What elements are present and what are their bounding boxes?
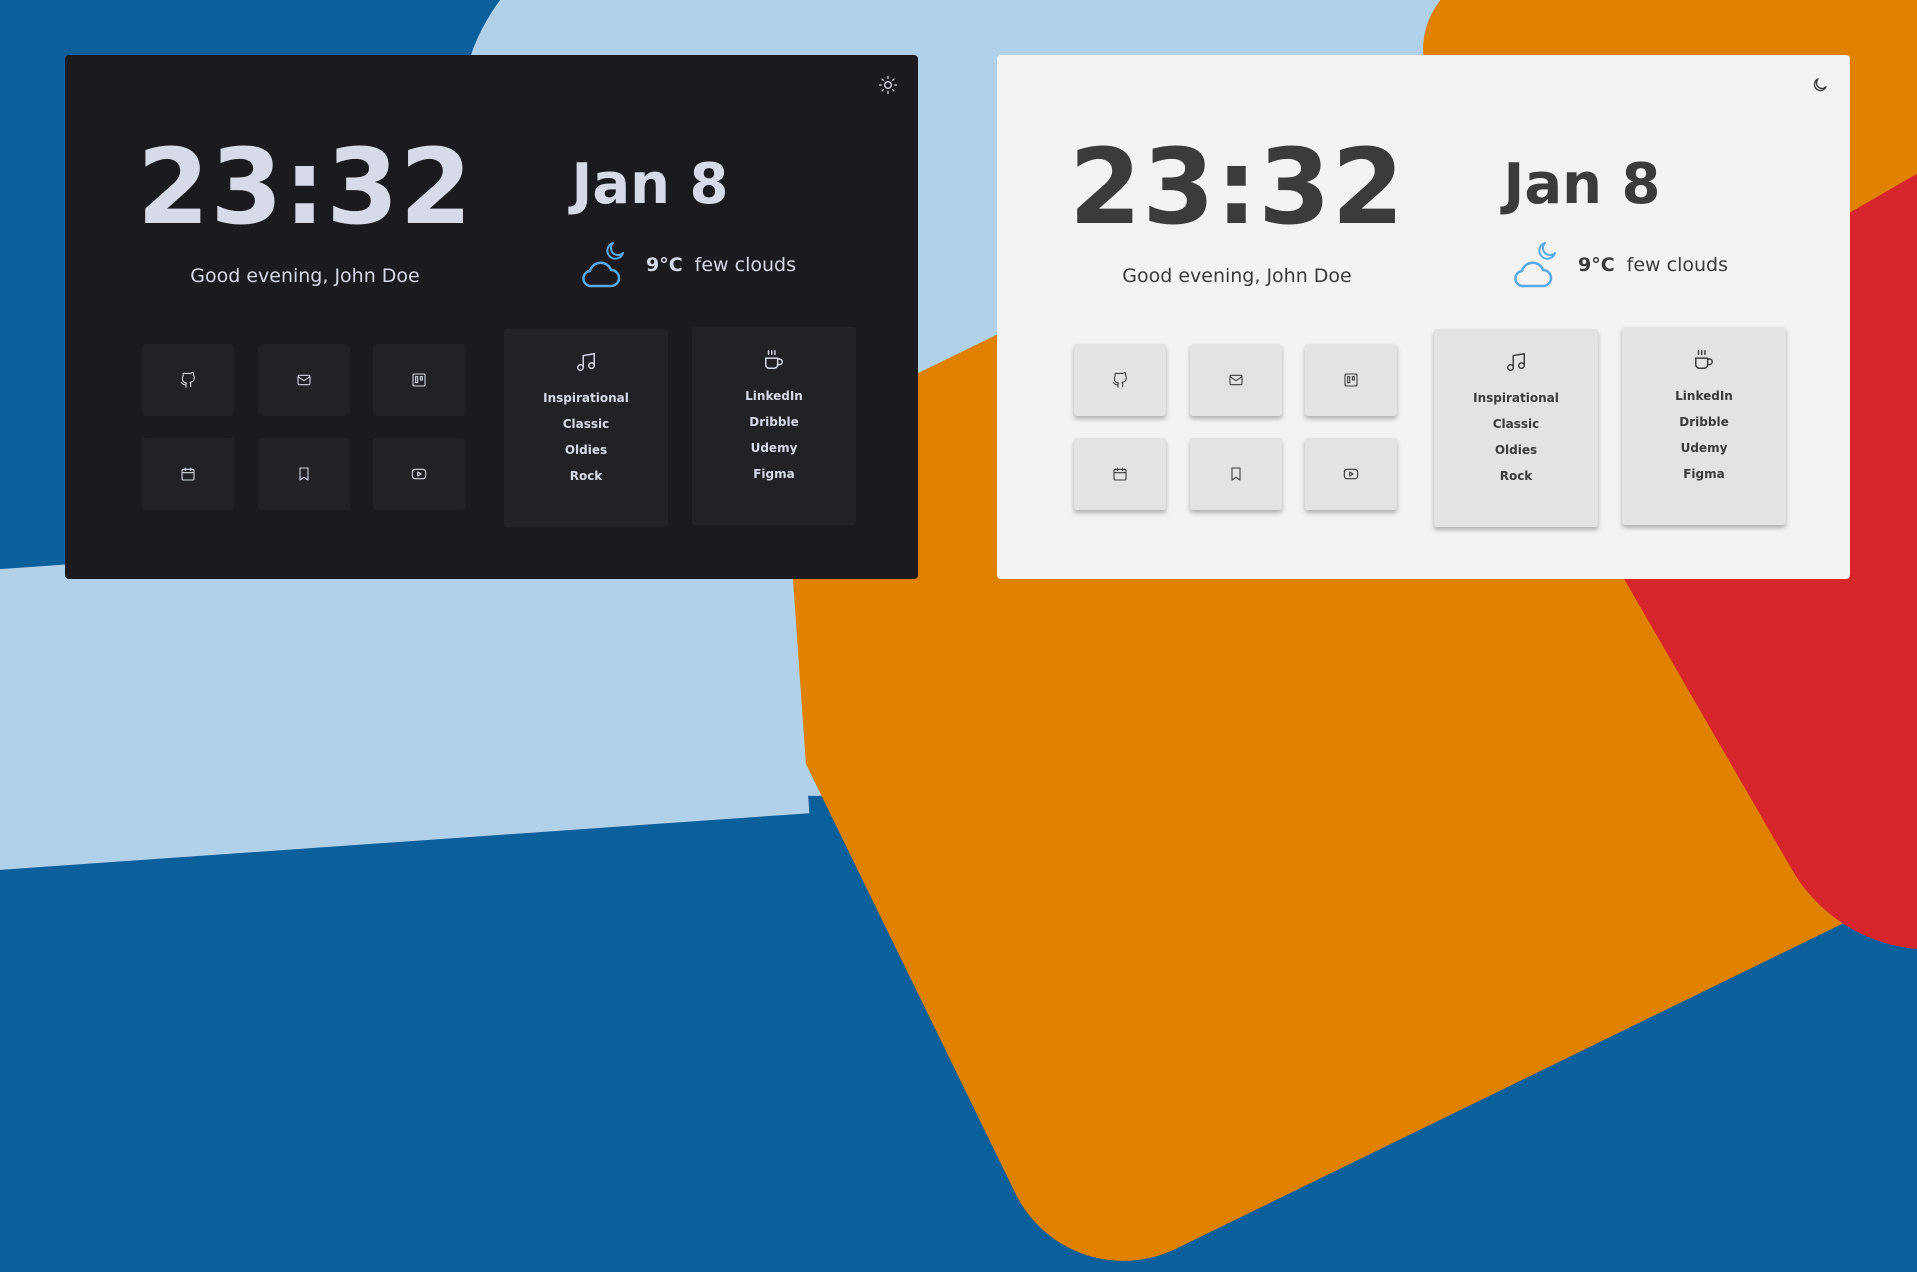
cloud-moon-icon	[1514, 242, 1556, 288]
trello-shortcut-button[interactable]	[1305, 344, 1397, 416]
link-item[interactable]: Figma	[692, 461, 856, 487]
clock-time: 23:32	[136, 126, 474, 248]
link-item[interactable]: Dribble	[692, 409, 856, 435]
youtube-shortcut-button[interactable]	[373, 438, 465, 510]
link-list: LinkedIn Dribble Udemy Figma	[692, 383, 856, 487]
light-mode-toggle-button[interactable]	[877, 74, 899, 96]
weather-temperature: 9°C	[646, 254, 683, 276]
music-genre-item[interactable]: Oldies	[1434, 437, 1598, 463]
link-item[interactable]: Dribble	[1622, 409, 1786, 435]
trello-shortcut-button[interactable]	[373, 344, 465, 416]
bookmark-shortcut-button[interactable]	[258, 438, 350, 510]
github-icon	[180, 372, 195, 388]
link-list: LinkedIn Dribble Udemy Figma	[1622, 383, 1786, 487]
github-icon	[1112, 372, 1127, 388]
link-item[interactable]: Figma	[1622, 461, 1786, 487]
mail-shortcut-button[interactable]	[258, 344, 350, 416]
calendar-shortcut-button[interactable]	[142, 438, 234, 510]
youtube-icon	[1343, 468, 1359, 480]
link-item[interactable]: LinkedIn	[1622, 383, 1786, 409]
coffee-cup-icon	[1695, 350, 1713, 369]
calendar-shortcut-button[interactable]	[1074, 438, 1166, 510]
music-genre-list: Inspirational Classic Oldies Rock	[504, 385, 668, 489]
weather-temperature: 9°C	[1578, 254, 1615, 276]
mail-icon	[1229, 374, 1243, 386]
weather-widget: 9°C few clouds	[580, 240, 796, 290]
sun-icon	[879, 76, 897, 95]
music-note-icon	[1507, 353, 1525, 371]
clock-time: 23:32	[1068, 126, 1406, 248]
cloud-moon-icon	[582, 242, 624, 288]
greeting-text: Good evening, John Doe	[1122, 265, 1352, 287]
calendar-icon	[181, 467, 195, 481]
music-genre-item[interactable]: Inspirational	[1434, 385, 1598, 411]
mail-icon	[297, 374, 311, 386]
music-genre-item[interactable]: Rock	[1434, 463, 1598, 489]
music-note-icon	[577, 353, 595, 371]
trello-icon	[1344, 373, 1358, 387]
bookmark-icon	[1231, 467, 1241, 481]
links-card: LinkedIn Dribble Udemy Figma	[1622, 327, 1786, 525]
weather-description: few clouds	[1626, 254, 1728, 276]
music-genres-card: Inspirational Classic Oldies Rock	[1434, 329, 1598, 527]
music-genre-item[interactable]: Classic	[1434, 411, 1598, 437]
music-genre-item[interactable]: Oldies	[504, 437, 668, 463]
date-text: Jan 8	[1503, 152, 1661, 217]
music-genre-item[interactable]: Inspirational	[504, 385, 668, 411]
youtube-icon	[411, 468, 427, 480]
music-genre-item[interactable]: Rock	[504, 463, 668, 489]
coffee-cup-icon	[765, 350, 783, 369]
dashboard-light-panel: 23:32 Good evening, John Doe Jan 8 9°C f…	[997, 55, 1850, 579]
bookmark-icon	[299, 467, 309, 481]
links-card: LinkedIn Dribble Udemy Figma	[692, 327, 856, 525]
dashboard-dark-panel: 23:32 Good evening, John Doe Jan 8 9°C f…	[65, 55, 918, 579]
dark-mode-toggle-button[interactable]	[1809, 74, 1831, 96]
bookmark-shortcut-button[interactable]	[1190, 438, 1282, 510]
youtube-shortcut-button[interactable]	[1305, 438, 1397, 510]
trello-icon	[412, 373, 426, 387]
calendar-icon	[1113, 467, 1127, 481]
github-shortcut-button[interactable]	[142, 344, 234, 416]
moon-icon	[1813, 78, 1827, 92]
music-genre-list: Inspirational Classic Oldies Rock	[1434, 385, 1598, 489]
music-genre-item[interactable]: Classic	[504, 411, 668, 437]
date-text: Jan 8	[571, 152, 729, 217]
music-genres-card: Inspirational Classic Oldies Rock	[504, 329, 668, 527]
link-item[interactable]: Udemy	[1622, 435, 1786, 461]
mail-shortcut-button[interactable]	[1190, 344, 1282, 416]
link-item[interactable]: LinkedIn	[692, 383, 856, 409]
weather-description: few clouds	[694, 254, 796, 276]
github-shortcut-button[interactable]	[1074, 344, 1166, 416]
link-item[interactable]: Udemy	[692, 435, 856, 461]
weather-widget: 9°C few clouds	[1512, 240, 1728, 290]
greeting-text: Good evening, John Doe	[190, 265, 420, 287]
